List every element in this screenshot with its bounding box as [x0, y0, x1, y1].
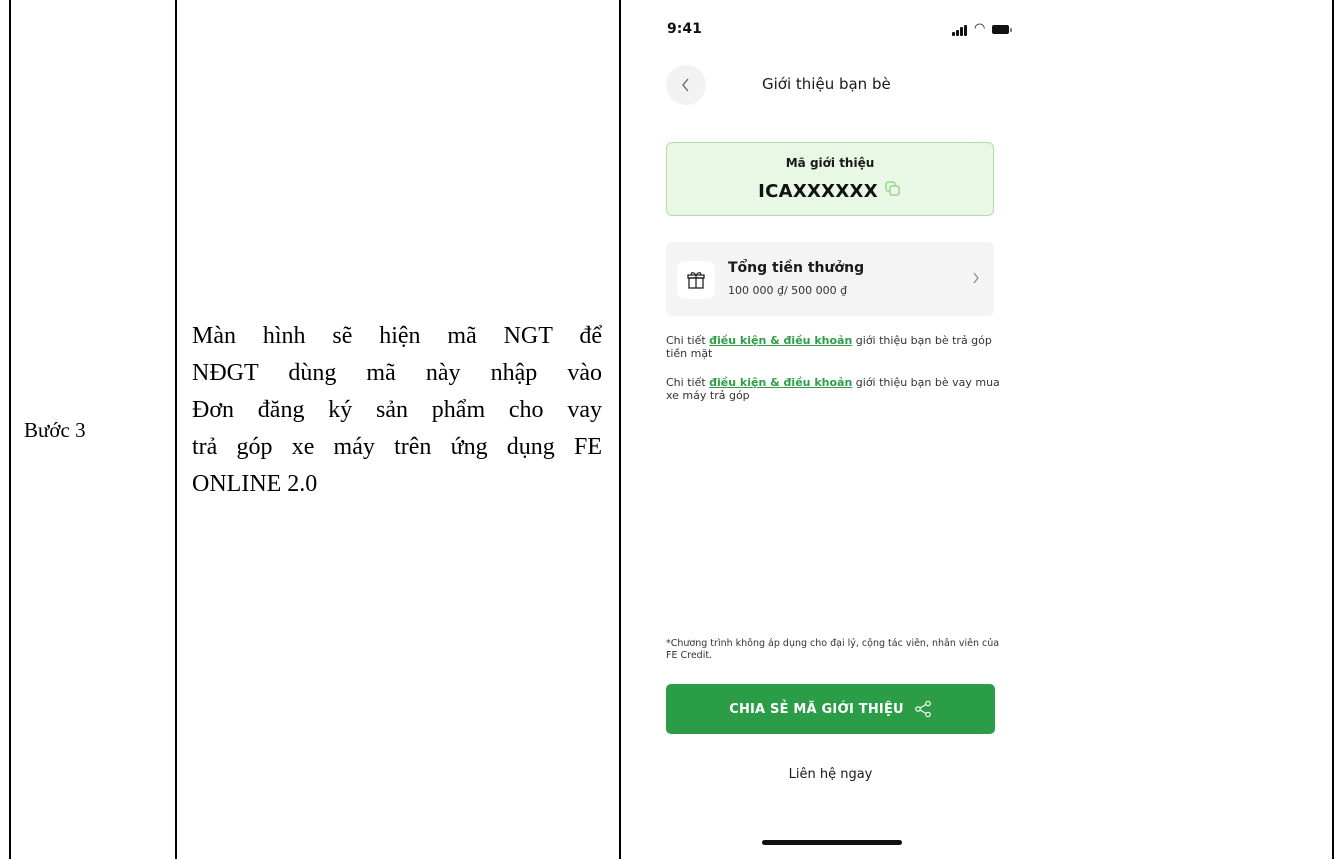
- terms-link[interactable]: điều kiện & điều khoản: [709, 334, 852, 347]
- description-line: Đơn đăng ký sản phẩm cho vay: [192, 397, 602, 423]
- reward-amount: 100 000 ₫/ 500 000 ₫: [728, 284, 848, 297]
- battery-icon: [992, 25, 1012, 34]
- disclaimer-text: *Chương trình không áp dụng cho đại lý, …: [666, 638, 1000, 661]
- reward-title: Tổng tiền thưởng: [728, 260, 865, 276]
- referral-code: ICAXXXXXX: [758, 180, 878, 202]
- referral-code-label: Mã giới thiệu: [785, 156, 875, 170]
- table-border-col1: [175, 0, 177, 859]
- gift-icon: [687, 272, 705, 289]
- description-line: trả góp xe máy trên ứng dụng FE: [192, 434, 602, 460]
- chevron-right-icon: [973, 272, 979, 284]
- step-label: Bước 3: [24, 418, 86, 442]
- share-icon: [914, 700, 931, 718]
- table-border-col2: [619, 0, 621, 859]
- description-line: NĐGT dùng mã này nhập vào: [192, 360, 602, 386]
- contact-now-link[interactable]: Liên hệ ngay: [666, 767, 995, 782]
- terms-cash-installment: Chi tiết điều kiện & điều khoản giới thi…: [666, 334, 992, 360]
- page-title: Giới thiệu bạn bè: [762, 75, 891, 93]
- referral-code-card: Mã giới thiệu ICAXXXXXX: [666, 142, 994, 216]
- wifi-icon: ◠: [974, 21, 986, 36]
- back-button[interactable]: [666, 65, 706, 105]
- share-referral-button[interactable]: CHIA SẺ MÃ GIỚI THIỆU: [666, 684, 995, 734]
- status-icons: ◠: [952, 21, 1012, 36]
- description-line: ONLINE 2.0: [192, 471, 318, 497]
- table-border-left: [9, 0, 11, 859]
- total-reward-card[interactable]: Tổng tiền thưởng 100 000 ₫/ 500 000 ₫: [666, 242, 994, 316]
- share-button-label: CHIA SẺ MÃ GIỚI THIỆU: [729, 701, 904, 717]
- home-indicator: [762, 840, 902, 845]
- table-border-right: [1332, 0, 1334, 859]
- terms-link[interactable]: điều kiện & điều khoản: [709, 376, 852, 389]
- chevron-left-icon: [682, 78, 689, 92]
- phone-screenshot: 9:41 ◠ Giới thiệu bạn bè Mã giới thiệu I…: [622, 0, 1332, 859]
- description-line: Màn hình sẽ hiện mã NGT để: [192, 323, 602, 349]
- status-time: 9:41: [667, 21, 702, 37]
- terms-motorbike-installment: Chi tiết điều kiện & điều khoản giới thi…: [666, 376, 1000, 402]
- copy-button[interactable]: [884, 180, 902, 202]
- referral-code-row: ICAXXXXXX: [667, 180, 993, 202]
- copy-icon: [885, 181, 900, 196]
- step-description: Màn hình sẽ hiện mã NGT để NĐGT dùng mã …: [192, 318, 602, 503]
